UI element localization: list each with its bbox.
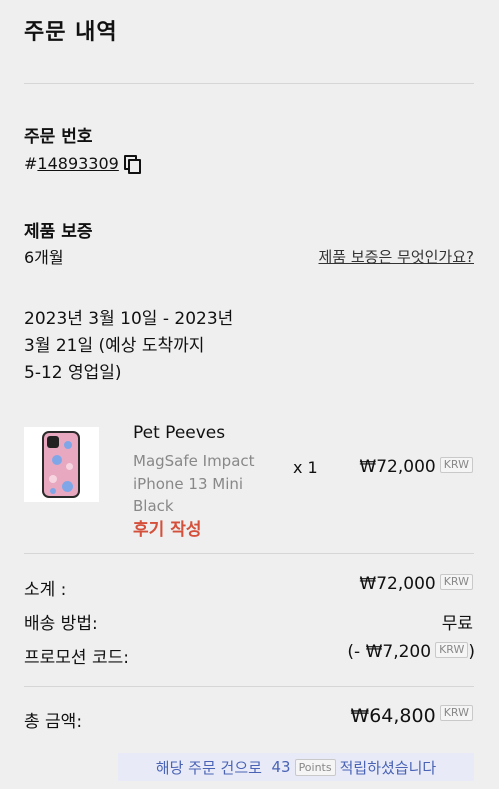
promo-close: ) — [468, 642, 475, 662]
product-name[interactable]: Pet Peeves — [133, 423, 225, 443]
product-detail: MagSafe Impact — [133, 452, 255, 470]
product-detail: iPhone 13 Mini — [133, 474, 244, 493]
points-prefix: 해당 주문 건으로 — [155, 758, 262, 777]
order-number-label: 주문 번호 — [24, 127, 93, 147]
warranty-value: 6개월 — [24, 248, 64, 267]
points-suffix: 적립하셨습니다 — [339, 758, 437, 777]
order-number: #14893309 — [24, 154, 141, 174]
product-price: ₩72,000 — [359, 457, 436, 477]
delivery-line: 5-12 영업일) — [24, 363, 122, 383]
order-hash: # — [24, 154, 38, 173]
delivery-estimate: 2023년 3월 10일 - 2023년 3월 21일 (예상 도착까지 5-1… — [24, 306, 259, 387]
currency-badge: KRW — [439, 457, 473, 473]
delivery-line: 3월 21일 (예상 도착까지 — [24, 336, 205, 356]
product-quantity: x 1 — [293, 458, 318, 477]
currency-badge: KRW — [439, 705, 473, 721]
total-value: ₩64,800 — [350, 705, 436, 727]
write-review-link[interactable]: 후기 작성 — [133, 515, 201, 540]
delivery-line: 2023년 3월 10일 - 2023년 — [24, 309, 234, 329]
order-number-link[interactable]: 14893309 — [37, 154, 118, 173]
subtotal-value: ₩72,000 — [359, 574, 436, 594]
product-details: MagSafe Impact iPhone 13 Mini Black — [133, 450, 268, 518]
promo-discount: (- ₩7,200 — [347, 642, 432, 662]
warranty-info-link[interactable]: 제품 보증은 무엇인가요? — [319, 246, 475, 267]
page-title: 주문 내역 — [24, 20, 118, 45]
subtotal-row: ₩72,000 KRW — [359, 574, 473, 594]
currency-badge: KRW — [435, 642, 469, 658]
subtotal-label: 소계 : — [24, 580, 67, 600]
currency-badge: KRW — [439, 574, 473, 590]
product-price-row: ₩72,000 KRW — [359, 457, 473, 477]
points-badge: Points — [294, 758, 336, 776]
shipping-label: 배송 방법: — [24, 614, 98, 634]
divider — [24, 83, 474, 84]
promo-label: 프로모션 코드: — [24, 648, 129, 668]
phone-case-image — [42, 431, 80, 498]
warranty-label: 제품 보증 — [24, 222, 93, 242]
total-label: 총 금액: — [24, 712, 83, 732]
product-image[interactable] — [24, 427, 99, 502]
divider — [24, 553, 474, 554]
divider — [24, 686, 474, 687]
points-earned-banner: 해당 주문 건으로 43 Points 적립하셨습니다 — [118, 753, 474, 781]
camera-icon — [47, 436, 59, 448]
promo-row: (- ₩7,200 KRW) — [347, 642, 475, 662]
total-row: ₩64,800 KRW — [350, 705, 473, 727]
shipping-value: 무료 — [441, 614, 473, 634]
points-amount: 43 — [271, 758, 291, 776]
copy-icon[interactable] — [123, 155, 141, 174]
